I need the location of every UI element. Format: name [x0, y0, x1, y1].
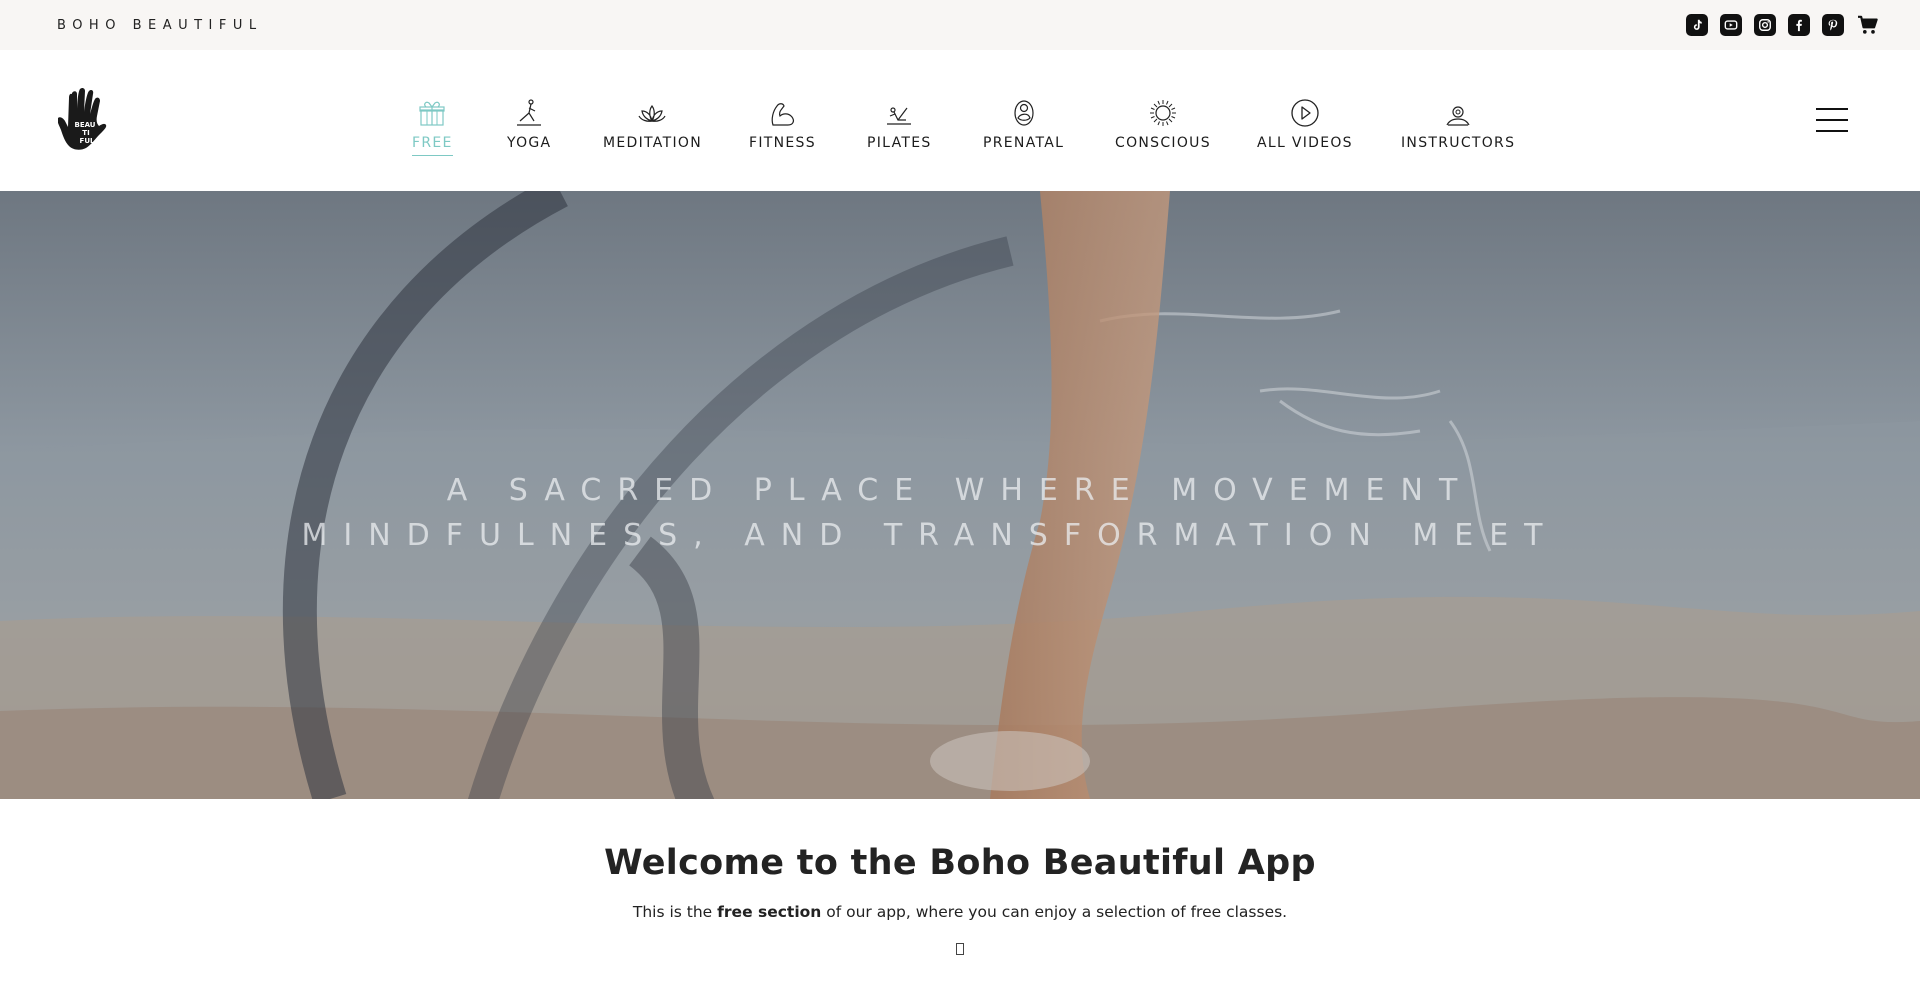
nav-label-all-videos: ALL VIDEOS	[1257, 135, 1353, 151]
nav-item-conscious[interactable]: CONSCIOUS	[1115, 94, 1211, 151]
svg-text:TI: TI	[82, 129, 89, 137]
welcome-intro: This is the free section of our app, whe…	[0, 903, 1920, 921]
pinterest-icon[interactable]	[1822, 14, 1844, 36]
nav-item-pilates[interactable]: PILATES	[867, 94, 932, 151]
nav-label-yoga: YOGA	[507, 135, 552, 151]
intro-bold: free section	[717, 903, 822, 921]
nav-item-all-videos[interactable]: ALL VIDEOS	[1257, 94, 1353, 151]
svg-text:FUL: FUL	[80, 137, 95, 145]
brand-wordmark[interactable]: BOHO BEAUTIFUL	[57, 18, 263, 33]
svg-text:BEAU: BEAU	[74, 121, 95, 129]
social-links	[1686, 14, 1880, 36]
nav-label-instructors: INSTRUCTORS	[1401, 135, 1516, 151]
gift-icon	[415, 94, 449, 128]
play-circle-icon	[1288, 94, 1322, 128]
menu-hamburger-icon[interactable]	[1816, 108, 1848, 132]
tiktok-icon[interactable]	[1686, 14, 1708, 36]
intro-suffix: of our app, where you can enjoy a select…	[826, 903, 1288, 921]
intro-prefix: This is the	[632, 903, 713, 921]
person-icon	[1441, 94, 1475, 128]
flexed-arm-icon	[765, 94, 799, 128]
hero-tagline-line-2: MINDFULNESS, AND TRANSFORMATION MEET	[301, 518, 1559, 553]
sun-icon	[1146, 94, 1180, 128]
nav-label-meditation: MEDITATION	[603, 135, 702, 151]
yoga-pose-icon	[512, 94, 546, 128]
nav-item-meditation[interactable]: MEDITATION	[603, 94, 702, 151]
hero-banner: A SACRED PLACE WHERE MOVEMENT MINDFULNES…	[0, 191, 1920, 799]
nav-label-prenatal: PRENATAL	[983, 135, 1065, 151]
instagram-icon[interactable]	[1754, 14, 1776, 36]
nav-label-free: FREE	[412, 135, 453, 156]
nav-label-fitness: FITNESS	[749, 135, 816, 151]
nav-item-yoga[interactable]: YOGA	[507, 94, 551, 151]
nav-label-pilates: PILATES	[867, 135, 932, 151]
lotus-icon	[635, 94, 669, 128]
cart-icon[interactable]	[1856, 14, 1880, 36]
nav-item-free[interactable]: FREE	[412, 94, 453, 156]
boho-beautiful-logo[interactable]: BEAU TI FUL	[57, 87, 112, 155]
youtube-icon[interactable]	[1720, 14, 1742, 36]
nav-item-prenatal[interactable]: PRENATAL	[983, 94, 1064, 151]
main-navigation: BEAU TI FUL FREE YOGA MEDITATION FITNESS…	[0, 50, 1920, 191]
pilates-pose-icon	[882, 94, 916, 128]
nav-item-instructors[interactable]: INSTRUCTORS	[1401, 94, 1515, 151]
prenatal-icon	[1007, 94, 1041, 128]
nav-item-fitness[interactable]: FITNESS	[749, 94, 816, 151]
hero-tagline-line-1: A SACRED PLACE WHERE MOVEMENT	[446, 473, 1474, 508]
welcome-title: Welcome to the Boho Beautiful App	[604, 843, 1316, 883]
facebook-icon[interactable]	[1788, 14, 1810, 36]
placeholder-glyph-icon	[956, 943, 964, 955]
welcome-section: Welcome to the Boho Beautiful App This i…	[0, 799, 1920, 993]
top-utility-bar: BOHO BEAUTIFUL	[0, 0, 1920, 50]
nav-label-conscious: CONSCIOUS	[1115, 135, 1211, 151]
